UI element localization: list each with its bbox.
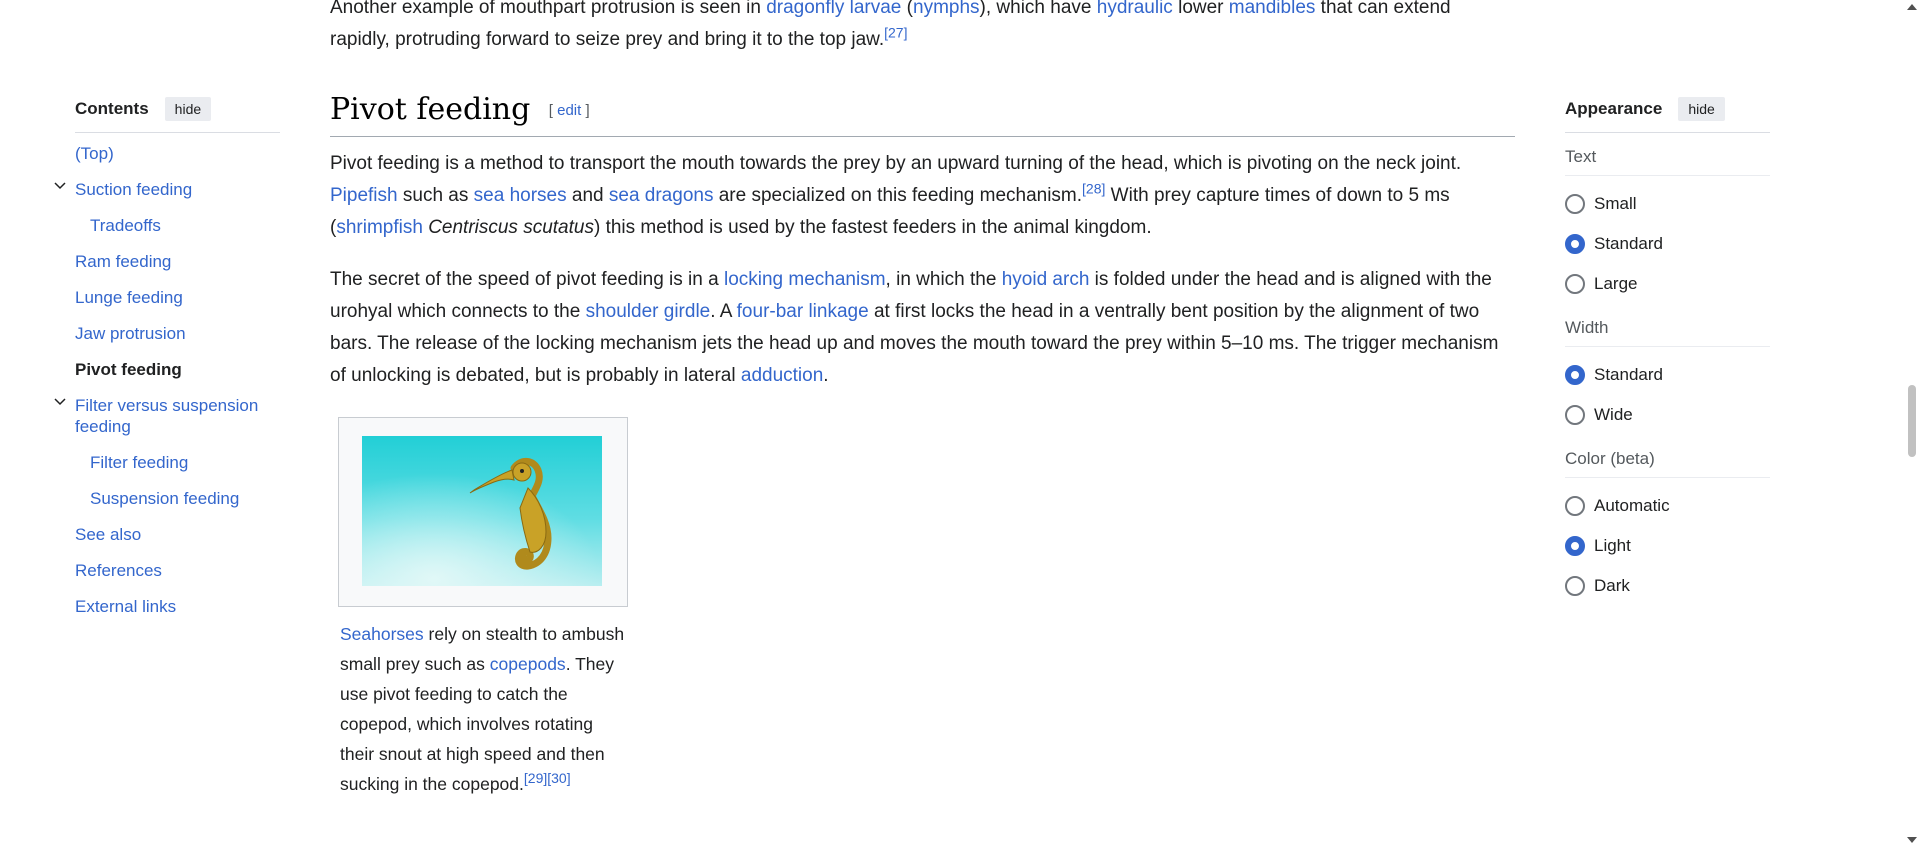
- toc-item-jaw-protrusion[interactable]: Jaw protrusion: [75, 323, 280, 344]
- color-dark-option[interactable]: Dark: [1565, 574, 1770, 598]
- chevron-down-icon[interactable]: [53, 393, 67, 407]
- link-mandibles[interactable]: mandibles: [1229, 0, 1316, 18]
- link-pipefish[interactable]: Pipefish: [330, 185, 398, 206]
- link-dragonfly-larvae[interactable]: dragonfly larvae: [766, 0, 901, 18]
- radio-light-selected[interactable]: [1565, 536, 1585, 556]
- reference-30[interactable]: [30]: [547, 770, 570, 786]
- toc-item-top[interactable]: (Top): [75, 143, 280, 164]
- radio-small[interactable]: [1565, 194, 1585, 214]
- toc-item-filter-feeding[interactable]: Filter feeding: [75, 452, 280, 473]
- link-sea-horses[interactable]: sea horses: [474, 185, 567, 206]
- width-wide-option[interactable]: Wide: [1565, 403, 1770, 427]
- toc-item-lunge-feeding[interactable]: Lunge feeding: [75, 287, 280, 308]
- link-locking-mechanism[interactable]: locking mechanism: [724, 269, 886, 290]
- radio-standard-selected[interactable]: [1565, 234, 1585, 254]
- toc-item-suspension-feeding[interactable]: Suspension feeding: [75, 488, 280, 509]
- section-heading: Pivot feeding [ edit ]: [330, 90, 1515, 137]
- page-scrollbar[interactable]: [1904, 0, 1920, 847]
- paragraph-2: The secret of the speed of pivot feeding…: [330, 269, 1499, 386]
- appearance-panel: Appearance hide Text Small Standard Larg…: [1565, 94, 1770, 620]
- radio-dark[interactable]: [1565, 576, 1585, 596]
- color-label: Color (beta): [1565, 449, 1770, 478]
- width-group: Width Standard Wide: [1565, 318, 1770, 427]
- link-copepods[interactable]: copepods: [490, 654, 566, 674]
- scroll-down-arrow-icon[interactable]: [1907, 837, 1917, 843]
- color-light-option[interactable]: Light: [1565, 534, 1770, 558]
- figure-seahorse: [338, 417, 628, 607]
- width-standard-option[interactable]: Standard: [1565, 363, 1770, 387]
- link-sea-dragons[interactable]: sea dragons: [609, 185, 714, 206]
- paragraph-1: Pivot feeding is a method to transport t…: [330, 153, 1462, 238]
- seahorse-image[interactable]: [362, 436, 602, 586]
- section-title: Pivot feeding: [330, 92, 531, 127]
- toc-header: Contents hide: [75, 94, 280, 133]
- scroll-up-arrow-icon[interactable]: [1907, 4, 1917, 10]
- color-automatic-option[interactable]: Automatic: [1565, 494, 1770, 518]
- appearance-hide-button[interactable]: hide: [1678, 97, 1725, 121]
- link-seahorses[interactable]: Seahorses: [340, 624, 424, 644]
- text-size-small-option[interactable]: Small: [1565, 192, 1770, 216]
- toc-item-suction-feeding[interactable]: Suction feeding: [54, 179, 280, 200]
- edit-section: [ edit ]: [548, 102, 590, 119]
- scrollbar-thumb[interactable]: [1908, 385, 1916, 457]
- text-size-standard-option[interactable]: Standard: [1565, 232, 1770, 256]
- toc-item-pivot-feeding[interactable]: Pivot feeding: [75, 359, 280, 380]
- link-hydraulic[interactable]: hydraulic: [1097, 0, 1173, 18]
- link-hyoid-arch[interactable]: hyoid arch: [1002, 269, 1090, 290]
- toc-item-tradeoffs[interactable]: Tradeoffs: [75, 215, 280, 236]
- reference-28[interactable]: [28]: [1082, 181, 1105, 197]
- toc-item-external-links[interactable]: External links: [75, 596, 280, 617]
- text-size-group: Text Small Standard Large: [1565, 147, 1770, 296]
- width-label: Width: [1565, 318, 1770, 347]
- reference-27[interactable]: [27]: [884, 25, 907, 41]
- radio-automatic[interactable]: [1565, 496, 1585, 516]
- figure-caption: Seahorses rely on stealth to ambush smal…: [340, 624, 625, 794]
- appearance-header: Appearance hide: [1565, 94, 1770, 133]
- link-shrimpfish[interactable]: shrimpfish: [336, 217, 423, 238]
- appearance-title: Appearance: [1565, 99, 1663, 118]
- chevron-down-icon[interactable]: [53, 177, 67, 191]
- radio-large[interactable]: [1565, 274, 1585, 294]
- toc-list: (Top) Suction feeding Tradeoffs Ram feed…: [54, 143, 280, 617]
- species-name: Centriscus scutatus: [428, 217, 594, 238]
- table-of-contents: Contents hide (Top) Suction feeding Trad…: [54, 94, 280, 632]
- radio-width-standard-selected[interactable]: [1565, 365, 1585, 385]
- link-adduction[interactable]: adduction: [741, 365, 823, 386]
- intro-paragraph: Another example of mouthpart protrusion …: [330, 0, 1515, 56]
- reference-29[interactable]: [29]: [524, 770, 547, 786]
- edit-link[interactable]: edit: [557, 102, 581, 119]
- toc-item-ram-feeding[interactable]: Ram feeding: [75, 251, 280, 272]
- color-group: Color (beta) Automatic Light Dark: [1565, 449, 1770, 598]
- toc-title: Contents: [75, 99, 149, 118]
- text-size-label: Text: [1565, 147, 1770, 176]
- link-shoulder-girdle[interactable]: shoulder girdle: [586, 301, 711, 322]
- toc-item-see-also[interactable]: See also: [75, 524, 280, 545]
- link-nymphs[interactable]: nymphs: [913, 0, 980, 18]
- toc-hide-button[interactable]: hide: [164, 97, 212, 121]
- radio-width-wide[interactable]: [1565, 405, 1585, 425]
- link-four-bar-linkage[interactable]: four-bar linkage: [737, 301, 869, 322]
- toc-item-references[interactable]: References: [75, 560, 280, 581]
- text-size-large-option[interactable]: Large: [1565, 272, 1770, 296]
- toc-item-filter-versus-suspension[interactable]: Filter versus suspension feeding: [54, 395, 280, 437]
